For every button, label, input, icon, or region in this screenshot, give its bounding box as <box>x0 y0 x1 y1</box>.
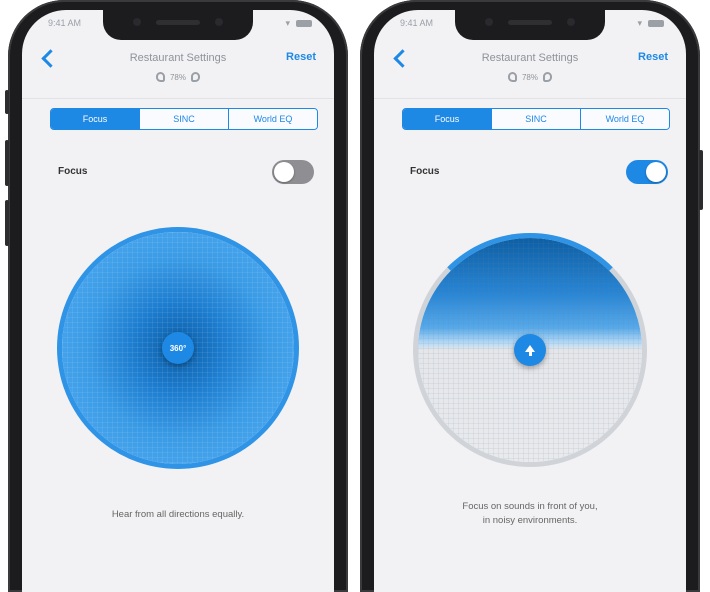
description: Hear from all directions equally. <box>32 508 324 522</box>
speaker-grille <box>156 20 200 25</box>
battery-percent: 78% <box>169 72 186 82</box>
tab-sinc[interactable]: SINC <box>491 109 580 129</box>
wifi-icon: ▾ <box>285 18 290 28</box>
right-hearing-aid-icon <box>543 72 552 82</box>
speaker-grille <box>508 20 552 25</box>
reset-button[interactable]: Reset <box>286 51 316 63</box>
reset-button[interactable]: Reset <box>638 51 668 63</box>
left-hearing-aid-icon <box>507 72 517 82</box>
tab-sinc[interactable]: SINC <box>139 109 228 129</box>
focus-arc <box>413 233 647 467</box>
battery-icon <box>296 20 312 27</box>
phone-left: 9:41 AM ▾ Restaurant Settings Reset 78% … <box>5 0 348 592</box>
segmented-control: Focus SINC World EQ <box>402 108 670 130</box>
power-button <box>699 150 703 210</box>
center-360-button[interactable]: 360° <box>162 332 194 364</box>
focus-label: Focus <box>58 166 88 177</box>
omni-dial: 360° <box>62 232 294 464</box>
status-time: 9:41 AM <box>400 18 434 28</box>
segmented-control: Focus SINC World EQ <box>50 108 318 130</box>
tab-focus[interactable]: Focus <box>403 109 491 129</box>
direction-dial[interactable]: 360° <box>62 232 294 464</box>
divider <box>22 98 334 99</box>
tab-world-eq[interactable]: World EQ <box>580 109 669 129</box>
status-time: 9:41 AM <box>48 18 82 28</box>
screen-right: 9:41 AM ▾ Restaurant Settings Reset 78% … <box>374 10 686 592</box>
camera-icon <box>485 18 493 26</box>
sensor-icon <box>215 18 223 26</box>
tab-world-eq[interactable]: World EQ <box>228 109 317 129</box>
notch <box>103 10 253 40</box>
toggle-knob <box>646 162 666 182</box>
phone-right: 9:41 AM ▾ Restaurant Settings Reset 78% … <box>360 0 703 592</box>
description-line-1: Hear from all directions equally. <box>111 509 245 520</box>
sensor-icon <box>567 18 575 26</box>
tab-focus[interactable]: Focus <box>51 109 139 129</box>
header: Restaurant Settings Reset 78% <box>374 44 686 104</box>
status-icons: ▾ <box>637 18 664 29</box>
camera-icon <box>133 18 141 26</box>
header: Restaurant Settings Reset 78% <box>22 44 334 104</box>
status-icons: ▾ <box>285 18 312 29</box>
battery-percent: 78% <box>521 72 538 82</box>
toggle-knob <box>274 162 294 182</box>
description-line-2: in noisy environments. <box>482 515 578 526</box>
volume-up-button <box>5 140 9 186</box>
volume-down-button <box>5 200 9 246</box>
screen-left: 9:41 AM ▾ Restaurant Settings Reset 78% … <box>22 10 334 592</box>
direction-dial[interactable] <box>413 233 647 462</box>
wifi-icon: ▾ <box>637 18 642 28</box>
focus-toggle[interactable] <box>272 160 314 184</box>
description: Focus on sounds in front of you, in nois… <box>384 500 676 528</box>
divider <box>374 98 686 99</box>
left-hearing-aid-icon <box>155 72 165 82</box>
focus-label: Focus <box>410 166 440 177</box>
right-hearing-aid-icon <box>191 72 200 82</box>
battery-icon <box>648 20 664 27</box>
mute-switch <box>5 90 9 114</box>
notch <box>455 10 605 40</box>
focus-toggle[interactable] <box>626 160 668 184</box>
description-line-1: Focus on sounds in front of you, <box>462 501 598 512</box>
hearing-aid-battery: 78% <box>22 72 334 82</box>
hearing-aid-battery: 78% <box>374 72 686 82</box>
